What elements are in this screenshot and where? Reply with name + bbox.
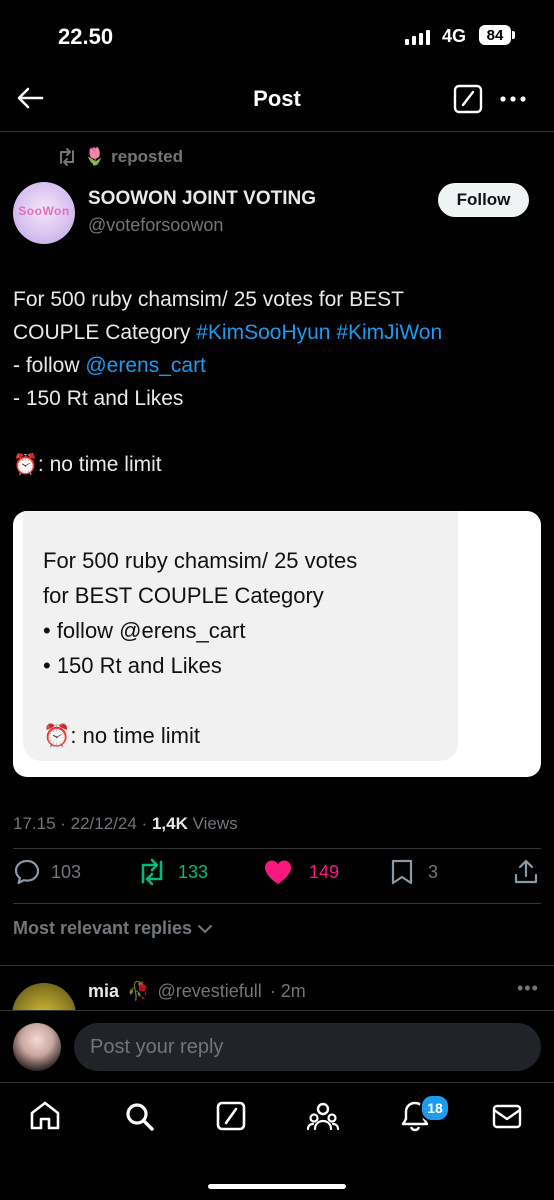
reply-time: · 2m [269,981,306,1001]
messages-icon[interactable] [490,1099,524,1133]
views-count[interactable]: 1,4K [152,814,188,833]
like-action[interactable]: 149 [263,858,339,886]
share-icon [514,859,538,884]
avatar-logo-text: SooWon [18,204,70,218]
more-options-icon[interactable] [498,86,528,112]
replies-sort-label: Most relevant replies [13,918,193,938]
header-divider [0,131,554,132]
reply-author-row[interactable]: mia 🥀 @revestiefull · 2m [88,981,306,1002]
mention-link[interactable]: @erens_cart [85,354,206,377]
post-line-1: For 500 ruby chamsim/ 25 votes for BEST [13,288,404,311]
alarm-clock-icon: ⏰ [13,454,38,476]
reply-count: 103 [51,861,82,882]
chevron-down-icon [198,924,213,933]
search-icon[interactable] [122,1099,156,1133]
bottom-nav [0,1083,554,1151]
compose-edit-icon[interactable] [453,84,483,114]
post-line-3-text: - follow [13,354,86,377]
home-indicator [208,1184,346,1189]
like-count: 149 [309,861,340,882]
home-icon[interactable] [28,1099,62,1133]
post-line-2-text: COUPLE Category [13,321,197,344]
image-line-2: for BEST COUPLE Category [43,583,324,608]
replies-sort-dropdown[interactable]: Most relevant replies [13,918,213,939]
signal-icon [405,30,430,45]
repost-small-icon [60,148,74,166]
battery-level: 84 [479,25,511,45]
post-body: For 500 ruby chamsim/ 25 votes for BEST … [13,283,543,482]
reply-more-icon[interactable]: ••• [517,978,539,999]
grok-icon[interactable] [214,1099,248,1133]
reply-author-handle: @revestiefull [157,981,262,1001]
meta-divider [13,848,541,849]
image-line-3: • follow @erens_cart [43,618,246,643]
image-line-1: For 500 ruby chamsim/ 25 votes [43,548,358,573]
reply-icon [14,859,40,885]
network-type: 4G [442,26,467,46]
post-line-5-text: : no time limit [37,453,162,476]
image-text: For 500 ruby chamsim/ 25 votes for BEST … [43,543,463,753]
bookmark-action[interactable]: 3 [390,858,438,886]
image-alarm-icon: ⏰ [43,723,71,748]
image-line-5: ⏰: no time limit [43,718,463,753]
communities-icon[interactable] [306,1099,340,1133]
views-label: Views [187,814,238,833]
image-line-4: • 150 Rt and Likes [43,653,222,678]
hashtag-kimjiwon[interactable]: #KimJiWon [336,321,442,344]
repost-icon [141,858,163,886]
rose-emoji: 🥀 [127,981,150,1001]
notification-badge: 18 [420,1094,450,1122]
share-action[interactable] [512,858,540,886]
bookmark-count: 3 [428,861,439,882]
reply-input[interactable] [74,1023,541,1071]
repost-indicator: 🌷 reposted [56,147,183,167]
author-handle[interactable]: @voteforsoowon [88,215,223,236]
post-line-3: - follow @erens_cart [13,349,543,382]
tulip-emoji: 🌷 [84,147,106,166]
repost-action[interactable]: 133 [136,858,208,886]
bookmark-icon [391,859,413,885]
heart-icon [265,860,291,884]
post-line-5: ⏰: no time limit [13,448,543,482]
post-timestamp: 17.15 · 22/12/24 · [13,814,152,833]
status-time: 22.50 [58,24,114,49]
author-avatar[interactable]: SooWon [13,182,75,244]
composer-divider [0,1010,554,1011]
follow-button[interactable]: Follow [438,183,529,217]
current-user-avatar[interactable] [13,1023,61,1071]
battery-tip [512,31,515,39]
reply-author-name: mia [88,981,120,1001]
repost-label: reposted [111,147,183,166]
post-line-2: COUPLE Category #KimSooHyun #KimJiWon [13,316,543,349]
post-line-4: - 150 Rt and Likes [13,387,184,410]
replies-divider [0,965,554,966]
attached-image[interactable]: For 500 ruby chamsim/ 25 votes for BEST … [13,511,541,777]
actions-divider [13,903,541,904]
image-line-5-text: : no time limit [70,723,200,748]
hashtag-kimsoohyun[interactable]: #KimSooHyun [196,321,330,344]
reply-action[interactable]: 103 [13,858,81,886]
repost-count: 133 [178,861,209,882]
author-display-name[interactable]: SOOWON JOINT VOTING [88,188,316,210]
post-meta: 17.15 · 22/12/24 · 1,4K Views [13,814,238,834]
